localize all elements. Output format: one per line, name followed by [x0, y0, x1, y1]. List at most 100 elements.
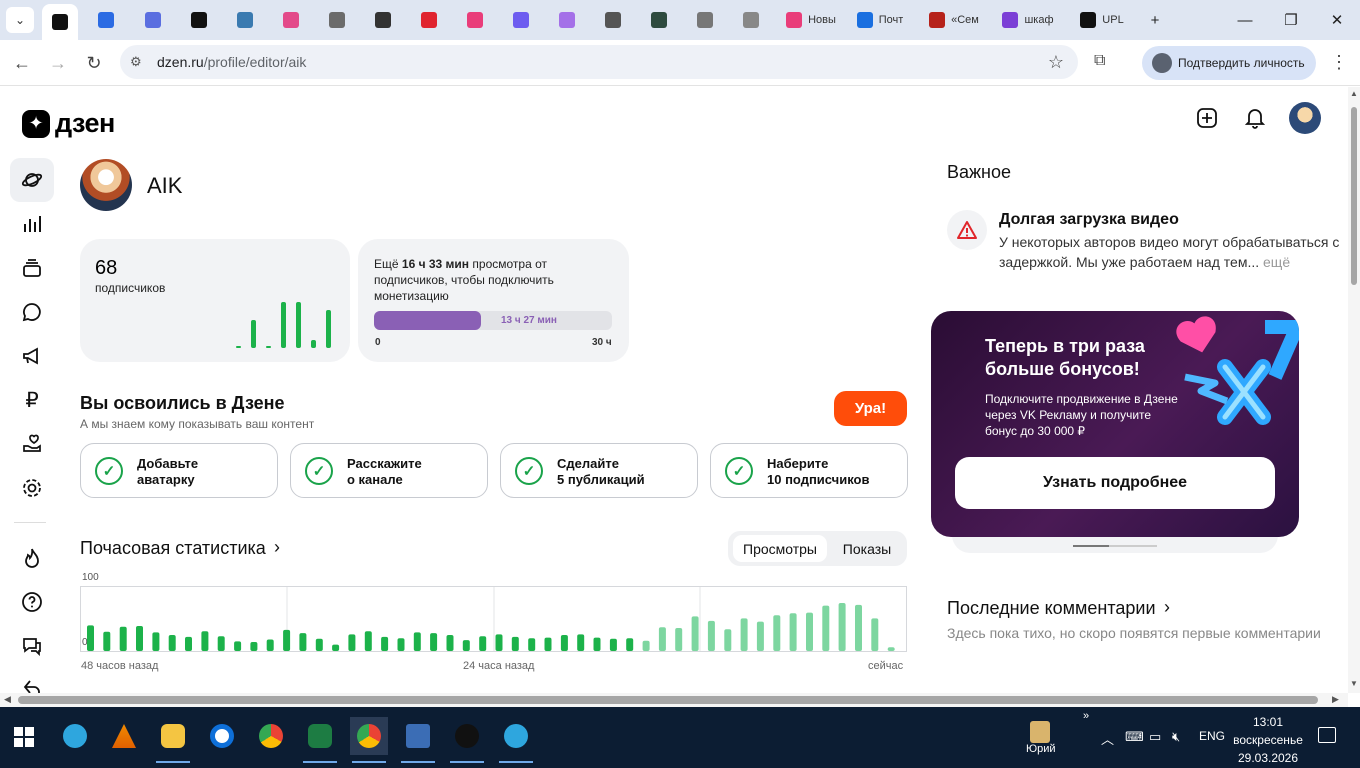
- hourly-bar[interactable]: [756, 621, 764, 651]
- hourly-bar[interactable]: [560, 635, 568, 651]
- horizontal-scroll-thumb[interactable]: [18, 696, 1318, 704]
- hourly-bar[interactable]: [495, 634, 503, 651]
- scroll-right-icon[interactable]: ▶: [1332, 694, 1339, 705]
- fire-icon[interactable]: [10, 536, 54, 580]
- tab-search-button[interactable]: ⌄: [6, 7, 34, 33]
- extensions-icon[interactable]: ⧉: [1094, 52, 1105, 70]
- url-text[interactable]: dzen.ru/profile/editor/aik: [157, 54, 306, 70]
- hourly-bar[interactable]: [348, 634, 356, 651]
- subscribers-card[interactable]: 68 подписчиков: [80, 239, 350, 362]
- user-toolbar[interactable]: Юрий: [1026, 721, 1056, 755]
- scroll-down-icon[interactable]: ▼: [1350, 679, 1358, 688]
- hourly-bar[interactable]: [250, 642, 258, 651]
- onboarding-task[interactable]: ✓ Сделайте 5 публикаций: [500, 443, 698, 498]
- forward-icon[interactable]: →: [44, 49, 72, 77]
- teamviewer-icon[interactable]: [203, 717, 241, 755]
- latest-comments-title[interactable]: Последние комментарии: [947, 598, 1156, 619]
- browser-tab[interactable]: [595, 4, 631, 36]
- browser-tab[interactable]: [549, 4, 585, 36]
- channel-avatar[interactable]: [80, 159, 132, 211]
- hourly-bar[interactable]: [675, 628, 683, 651]
- telegram-2-icon[interactable]: [497, 717, 535, 763]
- hourly-bar[interactable]: [87, 625, 94, 651]
- excel-icon[interactable]: [301, 717, 339, 763]
- hourly-bar[interactable]: [887, 647, 895, 651]
- hourly-bar[interactable]: [544, 637, 552, 651]
- browser-tab[interactable]: [503, 4, 539, 36]
- hourly-bar[interactable]: [136, 626, 143, 651]
- hourly-bar[interactable]: [658, 627, 666, 651]
- hourly-bar[interactable]: [773, 615, 781, 651]
- hourly-bar[interactable]: [332, 644, 340, 651]
- user-avatar[interactable]: [1289, 102, 1321, 134]
- toggle-impressions[interactable]: Показы: [832, 535, 902, 562]
- hourly-bar[interactable]: [609, 638, 617, 651]
- hourly-bar[interactable]: [838, 603, 846, 651]
- stats-bars-icon[interactable]: [10, 202, 54, 246]
- browser-tab[interactable]: [365, 4, 401, 36]
- hourly-bar[interactable]: [152, 632, 160, 651]
- hooray-button[interactable]: Ура!: [834, 391, 907, 426]
- hourly-bar[interactable]: [283, 629, 291, 651]
- hourly-bar[interactable]: [642, 640, 650, 651]
- browser-tab[interactable]: [42, 4, 78, 40]
- hourly-bar[interactable]: [413, 632, 421, 651]
- comments-bubble-icon[interactable]: [10, 290, 54, 334]
- tray-overflow-icon[interactable]: »: [1083, 710, 1089, 722]
- chevron-right-icon[interactable]: ›: [274, 537, 280, 558]
- hourly-bar[interactable]: [381, 636, 389, 651]
- chevron-right-icon[interactable]: ›: [1164, 597, 1170, 618]
- browser-tab[interactable]: [135, 4, 171, 36]
- hourly-bar[interactable]: [528, 638, 536, 651]
- file-explorer-icon[interactable]: [154, 717, 192, 763]
- browser-tab[interactable]: [88, 4, 124, 36]
- address-bar[interactable]: ⚙ dzen.ru/profile/editor/aik ☆: [120, 45, 1078, 79]
- browser-tab[interactable]: [227, 4, 263, 36]
- hourly-stats-title[interactable]: Почасовая статистика: [80, 538, 266, 559]
- back-arrow-icon[interactable]: [10, 666, 54, 693]
- hourly-bar[interactable]: [789, 613, 797, 651]
- horizontal-scrollbar[interactable]: ◀ ▶: [0, 693, 1348, 707]
- browser-tab[interactable]: [319, 4, 355, 36]
- hourly-bar[interactable]: [217, 636, 225, 651]
- hourly-bar[interactable]: [511, 636, 519, 651]
- hourly-bar[interactable]: [593, 637, 601, 651]
- network-icon[interactable]: ▭: [1149, 729, 1161, 745]
- hourly-bar[interactable]: [266, 639, 274, 652]
- hourly-bar[interactable]: [119, 626, 127, 651]
- hourly-bar[interactable]: [479, 636, 487, 651]
- planet-icon[interactable]: [10, 158, 54, 202]
- browser-tab[interactable]: [733, 4, 769, 36]
- hourly-bar[interactable]: [234, 641, 242, 651]
- hourly-bar[interactable]: [430, 633, 438, 651]
- restore-button[interactable]: ❐: [1268, 0, 1314, 40]
- browser-tab[interactable]: [687, 4, 723, 36]
- browser-tab[interactable]: [411, 4, 447, 36]
- hourly-bar[interactable]: [740, 618, 748, 651]
- browser-tab[interactable]: [273, 4, 309, 36]
- minimize-button[interactable]: —: [1222, 0, 1268, 40]
- back-icon[interactable]: ←: [8, 49, 36, 77]
- ruble-icon[interactable]: ₽: [10, 378, 54, 422]
- bell-icon[interactable]: [1241, 104, 1269, 132]
- language-indicator[interactable]: ENG: [1199, 729, 1225, 743]
- hourly-bar[interactable]: [691, 616, 699, 651]
- windows-start-icon[interactable]: [14, 727, 34, 747]
- hourly-bar[interactable]: [577, 634, 585, 651]
- vertical-scrollbar[interactable]: ▲ ▼: [1348, 87, 1360, 693]
- megaphone-icon[interactable]: [10, 334, 54, 378]
- bluetooth-tray-icon[interactable]: ⌨: [1125, 729, 1144, 745]
- hourly-bar[interactable]: [185, 636, 192, 651]
- scroll-up-icon[interactable]: ▲: [1350, 89, 1358, 98]
- onboarding-task[interactable]: ✓ Наберите 10 подписчиков: [710, 443, 908, 498]
- volume-muted-icon[interactable]: 🔇︎: [1172, 729, 1180, 745]
- new-tab-button[interactable]: +: [1132, 0, 1178, 40]
- hourly-bar[interactable]: [315, 638, 323, 651]
- verify-identity-button[interactable]: Подтвердить личность: [1142, 46, 1316, 80]
- hourly-bar[interactable]: [168, 635, 176, 651]
- promo-banner[interactable]: Теперь в три раза больше бонусов! Подклю…: [931, 311, 1299, 537]
- important-headline[interactable]: Долгая загрузка видео: [999, 211, 1179, 229]
- browser-tab[interactable]: [181, 4, 217, 36]
- hourly-bar[interactable]: [707, 620, 715, 651]
- settings-gear-icon[interactable]: [10, 466, 54, 510]
